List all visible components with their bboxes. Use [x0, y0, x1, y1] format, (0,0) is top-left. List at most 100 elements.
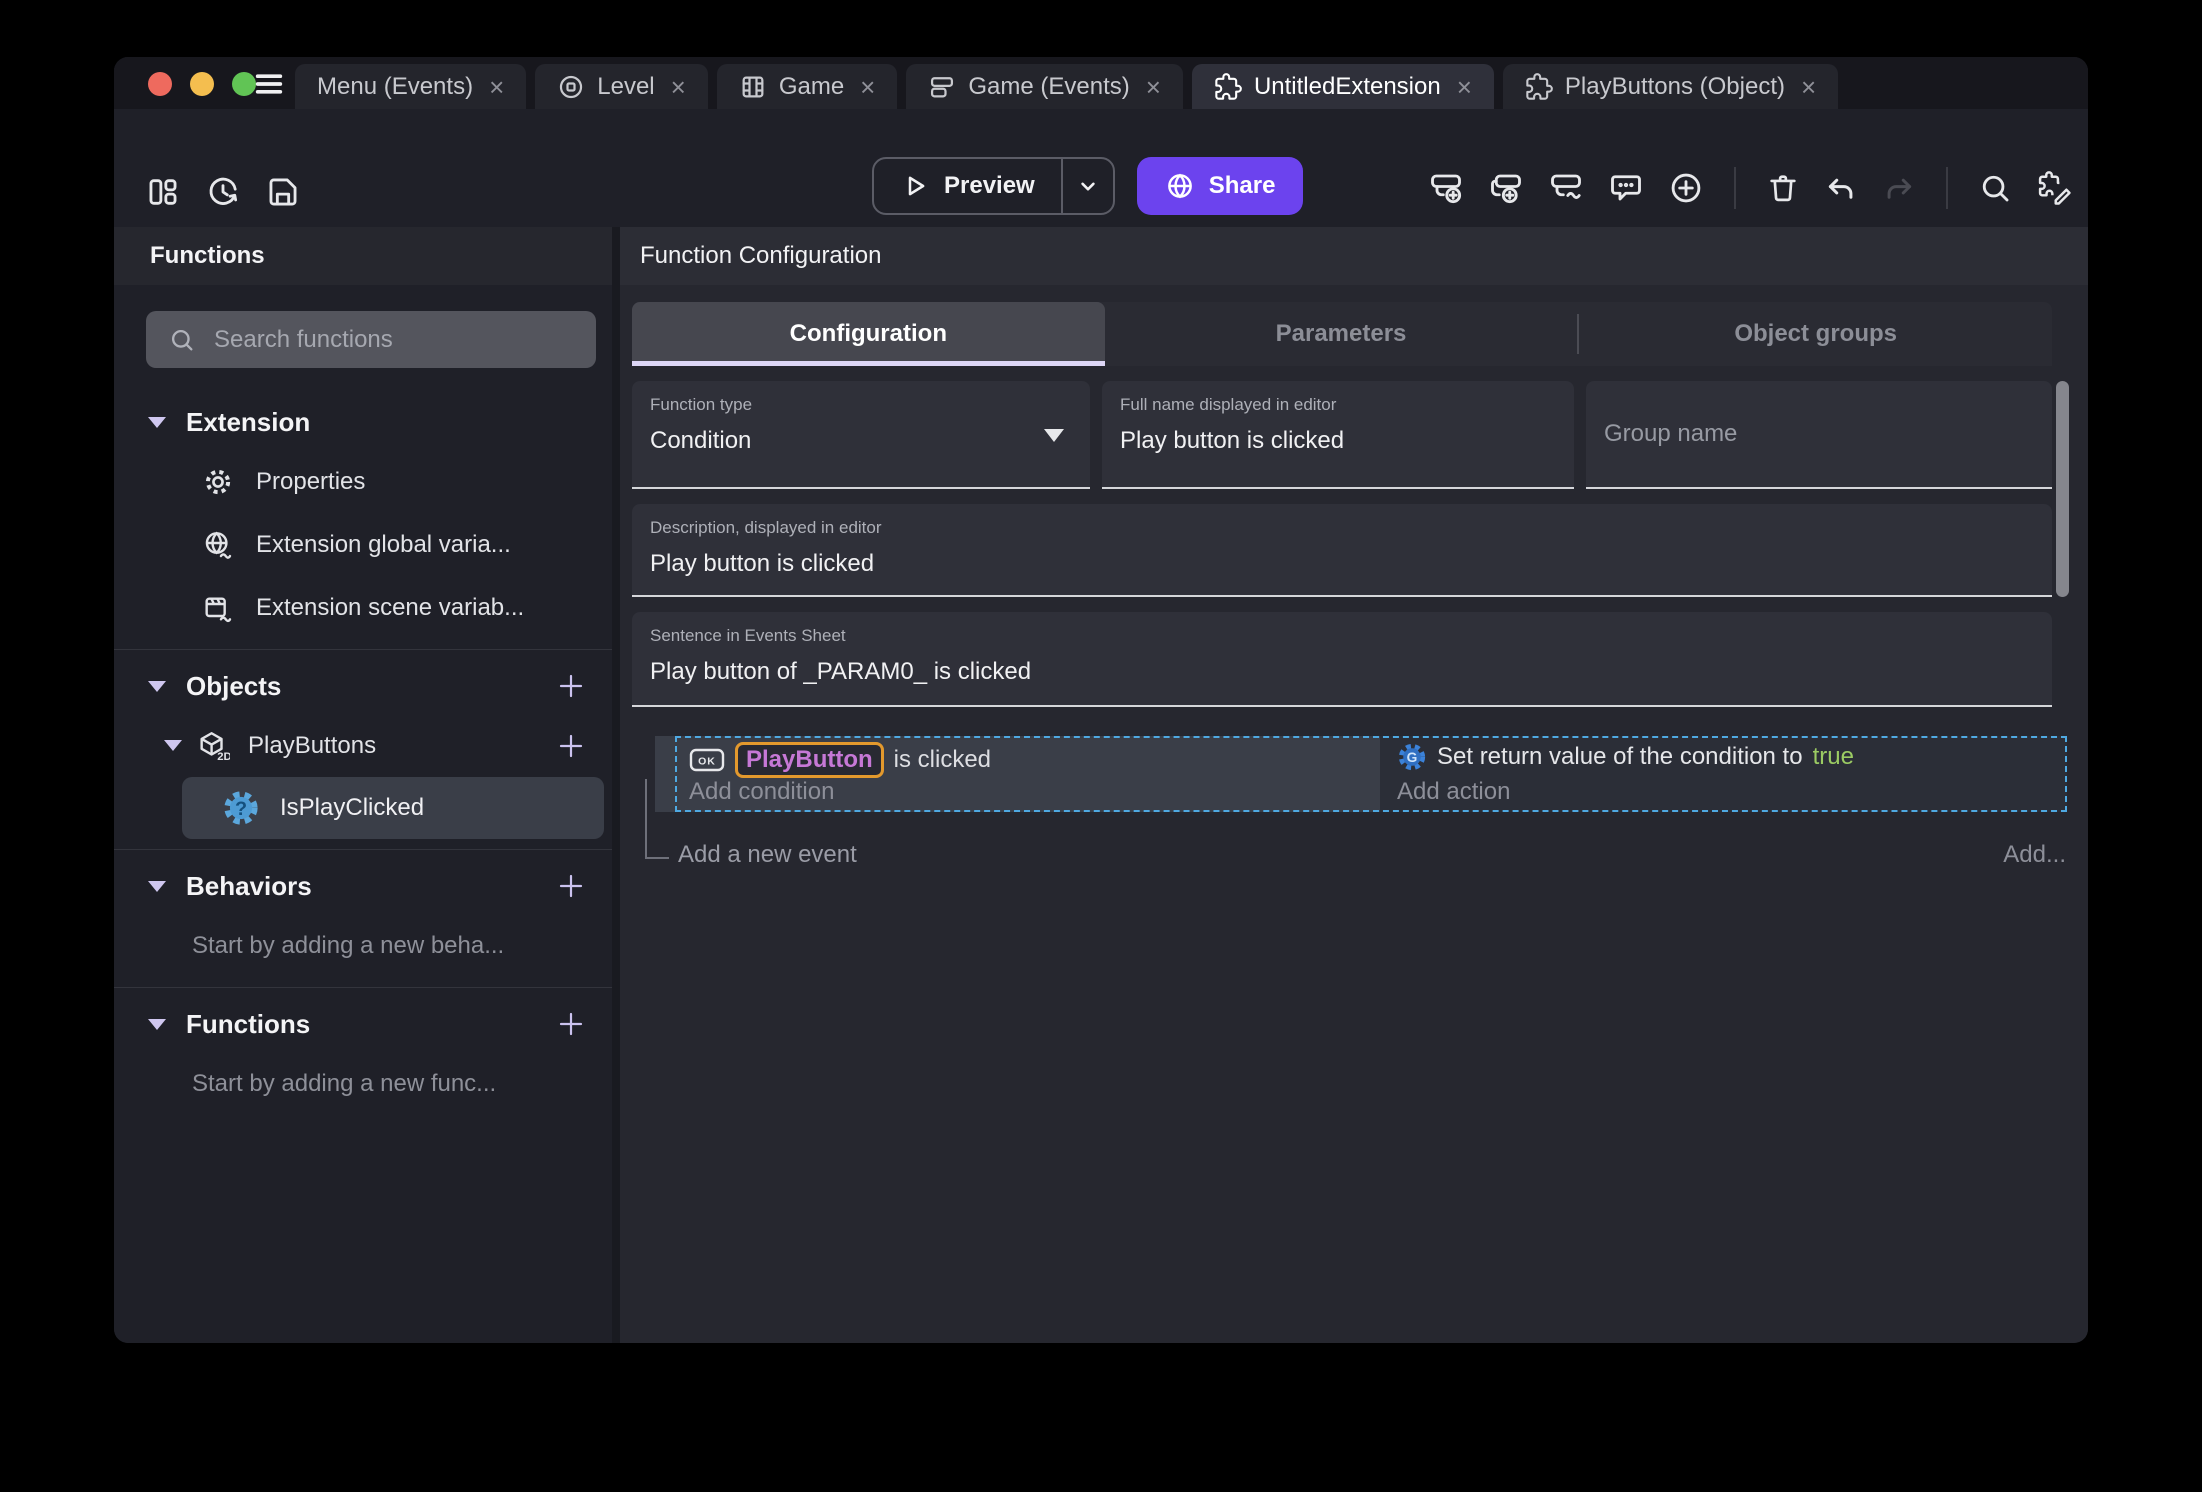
- close-tab-icon[interactable]: ×: [1457, 74, 1472, 100]
- add-object-button[interactable]: [556, 671, 586, 701]
- group-name-field[interactable]: [1586, 381, 2052, 489]
- main-menu-button[interactable]: [252, 67, 286, 101]
- add-button[interactable]: [1668, 170, 1704, 206]
- function-type-select[interactable]: Function type Condition: [632, 381, 1090, 489]
- field-label: Description, displayed in editor: [650, 518, 882, 537]
- circle-plus-icon: [1671, 173, 1701, 203]
- chevron-down-icon[interactable]: [148, 1018, 166, 1030]
- behaviors-empty-hint: Start by adding a new beha...: [192, 931, 505, 959]
- preview-label: Preview: [944, 172, 1035, 199]
- sidebar-item-properties[interactable]: Properties: [114, 450, 612, 513]
- scrollbar-thumb[interactable]: [2056, 381, 2069, 597]
- sidebar-item-extension-global-variables[interactable]: Extension global varia...: [114, 513, 612, 576]
- add-new-event-button[interactable]: Add a new event: [678, 841, 857, 869]
- sidebar-item-extension-scene-variables[interactable]: Extension scene variab...: [114, 576, 612, 639]
- toolbar-divider: [1946, 167, 1948, 209]
- edit-extension-button[interactable]: [2036, 169, 2074, 207]
- add-event-button[interactable]: [1428, 170, 1464, 206]
- add-other-event-icon: [1551, 174, 1581, 200]
- condition-function-icon: ?: [224, 791, 258, 825]
- preview-button[interactable]: Preview: [874, 159, 1061, 213]
- search-functions-input[interactable]: [214, 325, 574, 354]
- description-field[interactable]: Description, displayed in editor Play bu…: [632, 504, 2052, 597]
- plus-icon: [559, 674, 583, 698]
- cube-2d-icon: 2D: [200, 731, 230, 763]
- preview-options-button[interactable]: [1060, 159, 1113, 213]
- close-tab-icon[interactable]: ×: [1801, 74, 1816, 100]
- tab-configuration[interactable]: Configuration: [632, 302, 1105, 366]
- chevron-down-icon[interactable]: [148, 680, 166, 692]
- search-button[interactable]: [1978, 171, 2012, 205]
- sidebar-divider: [114, 987, 612, 988]
- tab-label: Level: [597, 72, 655, 100]
- group-name-input[interactable]: [1604, 420, 2034, 448]
- film-icon: [742, 76, 764, 97]
- edit-extension-icon: [2038, 171, 2071, 205]
- tab-label: Parameters: [1275, 320, 1407, 347]
- tab-menu-events[interactable]: Menu (Events) ×: [295, 64, 527, 109]
- tab-playbuttons-object[interactable]: PlayButtons (Object) ×: [1502, 64, 1839, 109]
- chevron-down-icon[interactable]: [164, 740, 182, 751]
- tab-label: Configuration: [789, 320, 947, 347]
- sidebar-item-isplayclicked[interactable]: ? IsPlayClicked: [182, 777, 604, 839]
- scene-variable-icon: [205, 596, 232, 622]
- undo-button[interactable]: [1824, 171, 1858, 205]
- section-extension[interactable]: Extension: [114, 394, 612, 450]
- functions-tree: Extension Properties Extension global va…: [114, 394, 612, 1115]
- plus-icon: [559, 734, 583, 757]
- section-objects[interactable]: Objects: [114, 658, 612, 714]
- event-row[interactable]: OK PlayButton is clicked Add condition G…: [655, 736, 2067, 812]
- chevron-down-icon[interactable]: [148, 416, 166, 428]
- add-more-button[interactable]: Add...: [2003, 841, 2066, 869]
- add-subevent-icon: [1491, 174, 1521, 204]
- sidebar-divider: [114, 649, 612, 650]
- close-tab-icon[interactable]: ×: [489, 74, 504, 100]
- delete-button[interactable]: [1766, 171, 1800, 205]
- add-function-to-object-button[interactable]: [556, 731, 586, 761]
- close-tab-icon[interactable]: ×: [860, 74, 875, 100]
- hamburger-icon: [255, 74, 283, 94]
- section-functions[interactable]: Functions: [114, 996, 612, 1052]
- chevron-down-icon[interactable]: [148, 880, 166, 892]
- project-manager-button[interactable]: [146, 175, 180, 209]
- comment-icon: [1611, 175, 1641, 201]
- sidebar-item-playbuttons[interactable]: 2D PlayButtons: [114, 714, 612, 777]
- tab-untitled-extension[interactable]: UntitledExtension ×: [1191, 64, 1494, 109]
- toolbar-left-group: [146, 175, 300, 209]
- field-value: Play button of _PARAM0_ is clicked: [650, 658, 1032, 685]
- gear-icon: [205, 469, 231, 494]
- add-comment-button[interactable]: [1608, 170, 1644, 206]
- tab-level[interactable]: Level ×: [535, 64, 708, 109]
- field-label: Sentence in Events Sheet: [650, 626, 846, 645]
- search-icon: [1982, 175, 2009, 202]
- version-history-button[interactable]: [206, 175, 240, 209]
- field-value: Play button is clicked: [1120, 427, 1345, 454]
- event-selection-border: [675, 736, 2067, 812]
- add-other-event-button[interactable]: [1548, 170, 1584, 206]
- section-label: Behaviors: [186, 870, 312, 901]
- close-window-button[interactable]: [148, 72, 172, 96]
- close-tab-icon[interactable]: ×: [671, 74, 686, 100]
- tab-game[interactable]: Game ×: [716, 64, 898, 109]
- puzzle-icon: [1215, 72, 1242, 100]
- tab-parameters[interactable]: Parameters: [1105, 302, 1578, 366]
- share-button[interactable]: Share: [1136, 157, 1304, 215]
- search-functions-box[interactable]: [146, 311, 596, 368]
- tab-game-events[interactable]: Game (Events) ×: [906, 64, 1183, 109]
- field-value: Play button is clicked: [650, 550, 875, 577]
- item-label: Extension global varia...: [256, 530, 511, 558]
- search-icon: [171, 329, 193, 350]
- add-function-button[interactable]: [556, 1009, 586, 1039]
- tab-label: PlayButtons (Object): [1564, 72, 1785, 100]
- full-name-field[interactable]: Full name displayed in editor Play butto…: [1102, 381, 1574, 489]
- section-behaviors[interactable]: Behaviors: [114, 858, 612, 914]
- add-subevent-button[interactable]: [1488, 170, 1524, 206]
- tab-object-groups[interactable]: Object groups: [1579, 302, 2052, 366]
- add-behavior-button[interactable]: [556, 871, 586, 901]
- minimize-window-button[interactable]: [190, 72, 214, 96]
- field-label: Function type: [650, 395, 753, 414]
- save-button[interactable]: [266, 175, 300, 209]
- redo-button[interactable]: [1882, 171, 1916, 205]
- sentence-field[interactable]: Sentence in Events Sheet Play button of …: [632, 612, 2052, 707]
- close-tab-icon[interactable]: ×: [1146, 74, 1161, 100]
